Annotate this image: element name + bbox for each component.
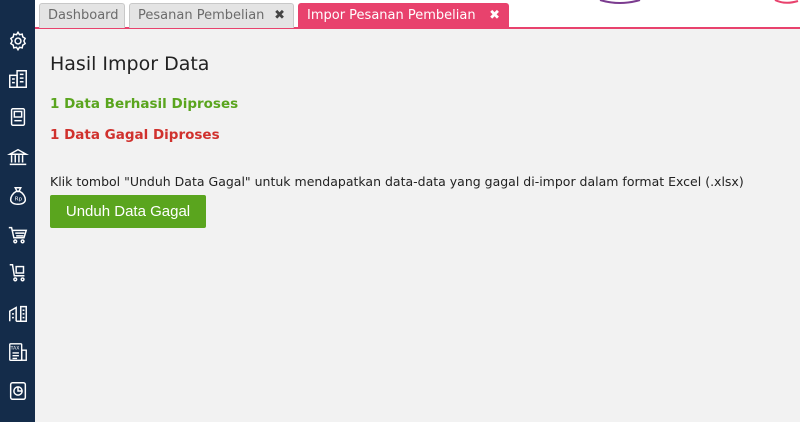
book-icon[interactable] [0, 102, 35, 132]
close-icon[interactable]: ✖ [489, 4, 500, 28]
money-bag-icon[interactable]: Rp [0, 181, 35, 211]
tab-label: Pesanan Pembelian [138, 8, 265, 23]
building-icon[interactable] [0, 64, 35, 94]
page-title: Hasil Impor Data [50, 53, 210, 75]
download-failed-data-button[interactable]: Unduh Data Gagal [50, 195, 206, 228]
tab-impor-pesanan-pembelian[interactable]: Impor Pesanan Pembelian ✖ [298, 3, 509, 28]
failed-count-text: 1 Data Gagal Diproses [50, 127, 220, 143]
header-decoration [599, 0, 799, 4]
cart-box-icon[interactable] [0, 258, 35, 288]
gear-icon[interactable] [0, 26, 35, 56]
instruction-text: Klik tombol "Unduh Data Gagal" untuk men… [50, 174, 744, 189]
tax-icon[interactable]: TAX [0, 337, 35, 367]
main-content: Hasil Impor Data 1 Data Berhasil Diprose… [35, 31, 800, 422]
cart-icon[interactable] [0, 220, 35, 250]
bank-icon[interactable] [0, 142, 35, 172]
warehouse-icon[interactable] [0, 298, 35, 328]
svg-text:TAX: TAX [9, 345, 19, 351]
report-icon[interactable] [0, 376, 35, 406]
success-count-text: 1 Data Berhasil Diproses [50, 96, 239, 112]
sidebar: Rp TAX [0, 0, 35, 422]
close-icon[interactable]: ✖ [274, 4, 285, 28]
svg-text:Rp: Rp [14, 197, 22, 203]
tab-pesanan-pembelian[interactable]: Pesanan Pembelian ✖ [129, 3, 294, 28]
tab-dashboard[interactable]: Dashboard [39, 3, 125, 28]
tab-label: Impor Pesanan Pembelian [307, 8, 476, 23]
tab-label: Dashboard [48, 8, 119, 23]
